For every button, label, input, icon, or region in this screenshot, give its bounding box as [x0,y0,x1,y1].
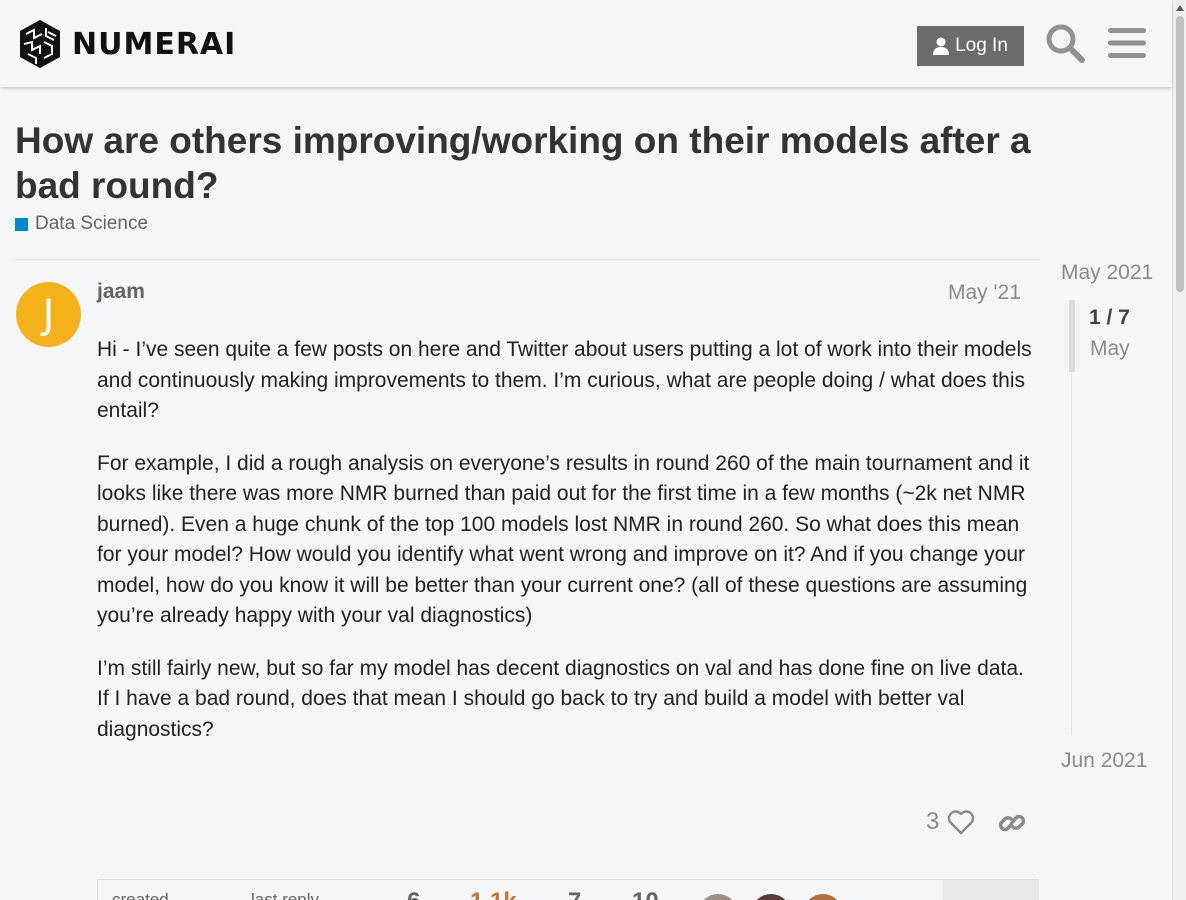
numerai-logo-icon [20,20,60,68]
topic-title[interactable]: How are others improving/working on thei… [15,118,1045,208]
category-name: Data Science [35,213,149,234]
post-body: Hi - I’ve seen quite a few posts on here… [97,335,1032,767]
post-paragraph: For example, I did a rough analysis on e… [97,451,1030,628]
category-color-swatch [15,217,28,231]
scroll-thumb[interactable] [1176,16,1184,292]
search-icon[interactable] [1044,22,1086,64]
hamburger-menu-icon[interactable] [1106,22,1148,64]
avatar[interactable] [803,894,843,900]
link-icon[interactable] [998,808,1026,838]
timeline-scroller-handle[interactable] [1069,300,1075,372]
avatar[interactable] [751,894,791,900]
title-divider [15,259,1040,260]
like-count: 3 [926,808,940,835]
brand-name: NUMERAI [72,26,237,62]
topic-map-expand-button[interactable] [943,880,1039,900]
heart-icon [948,810,975,835]
timeline-post-counter: 1 / 7 [1089,306,1130,329]
user-icon [933,37,950,55]
scroll-up-arrow-icon[interactable] [1176,5,1184,11]
users-count: 7 [568,888,581,900]
like-button[interactable]: 3 [926,808,975,836]
post-paragraph: Hi - I’ve seen quite a few posts on here… [97,338,1032,422]
likes-count: 10 [632,888,659,900]
timeline-end-date[interactable]: Jun 2021 [1061,749,1147,773]
numerai-logo[interactable]: NUMERAI [16,18,236,70]
post-username[interactable]: jaam [97,280,145,304]
topic-map: created last reply 6 1.1k 7 10 [97,879,1039,900]
replies-count: 6 [407,888,420,900]
views-count: 1.1k [470,888,517,900]
login-button[interactable]: Log In [917,26,1024,66]
page-scrollbar[interactable] [1172,0,1186,900]
site-header: NUMERAI Log In [0,0,1172,87]
category-badge[interactable]: Data Science [15,213,148,235]
login-button-label: Log In [955,35,1008,56]
created-label: created [112,890,169,900]
timeline-current-date: May [1090,337,1130,360]
post-paragraph: I’m still fairly new, but so far my mode… [97,656,1024,741]
post-date[interactable]: May '21 [948,281,1021,305]
avatar[interactable] [698,894,738,900]
last-reply-label[interactable]: last reply [251,890,319,900]
timeline-start-date[interactable]: May 2021 [1061,261,1153,285]
avatar[interactable]: J [16,282,81,347]
